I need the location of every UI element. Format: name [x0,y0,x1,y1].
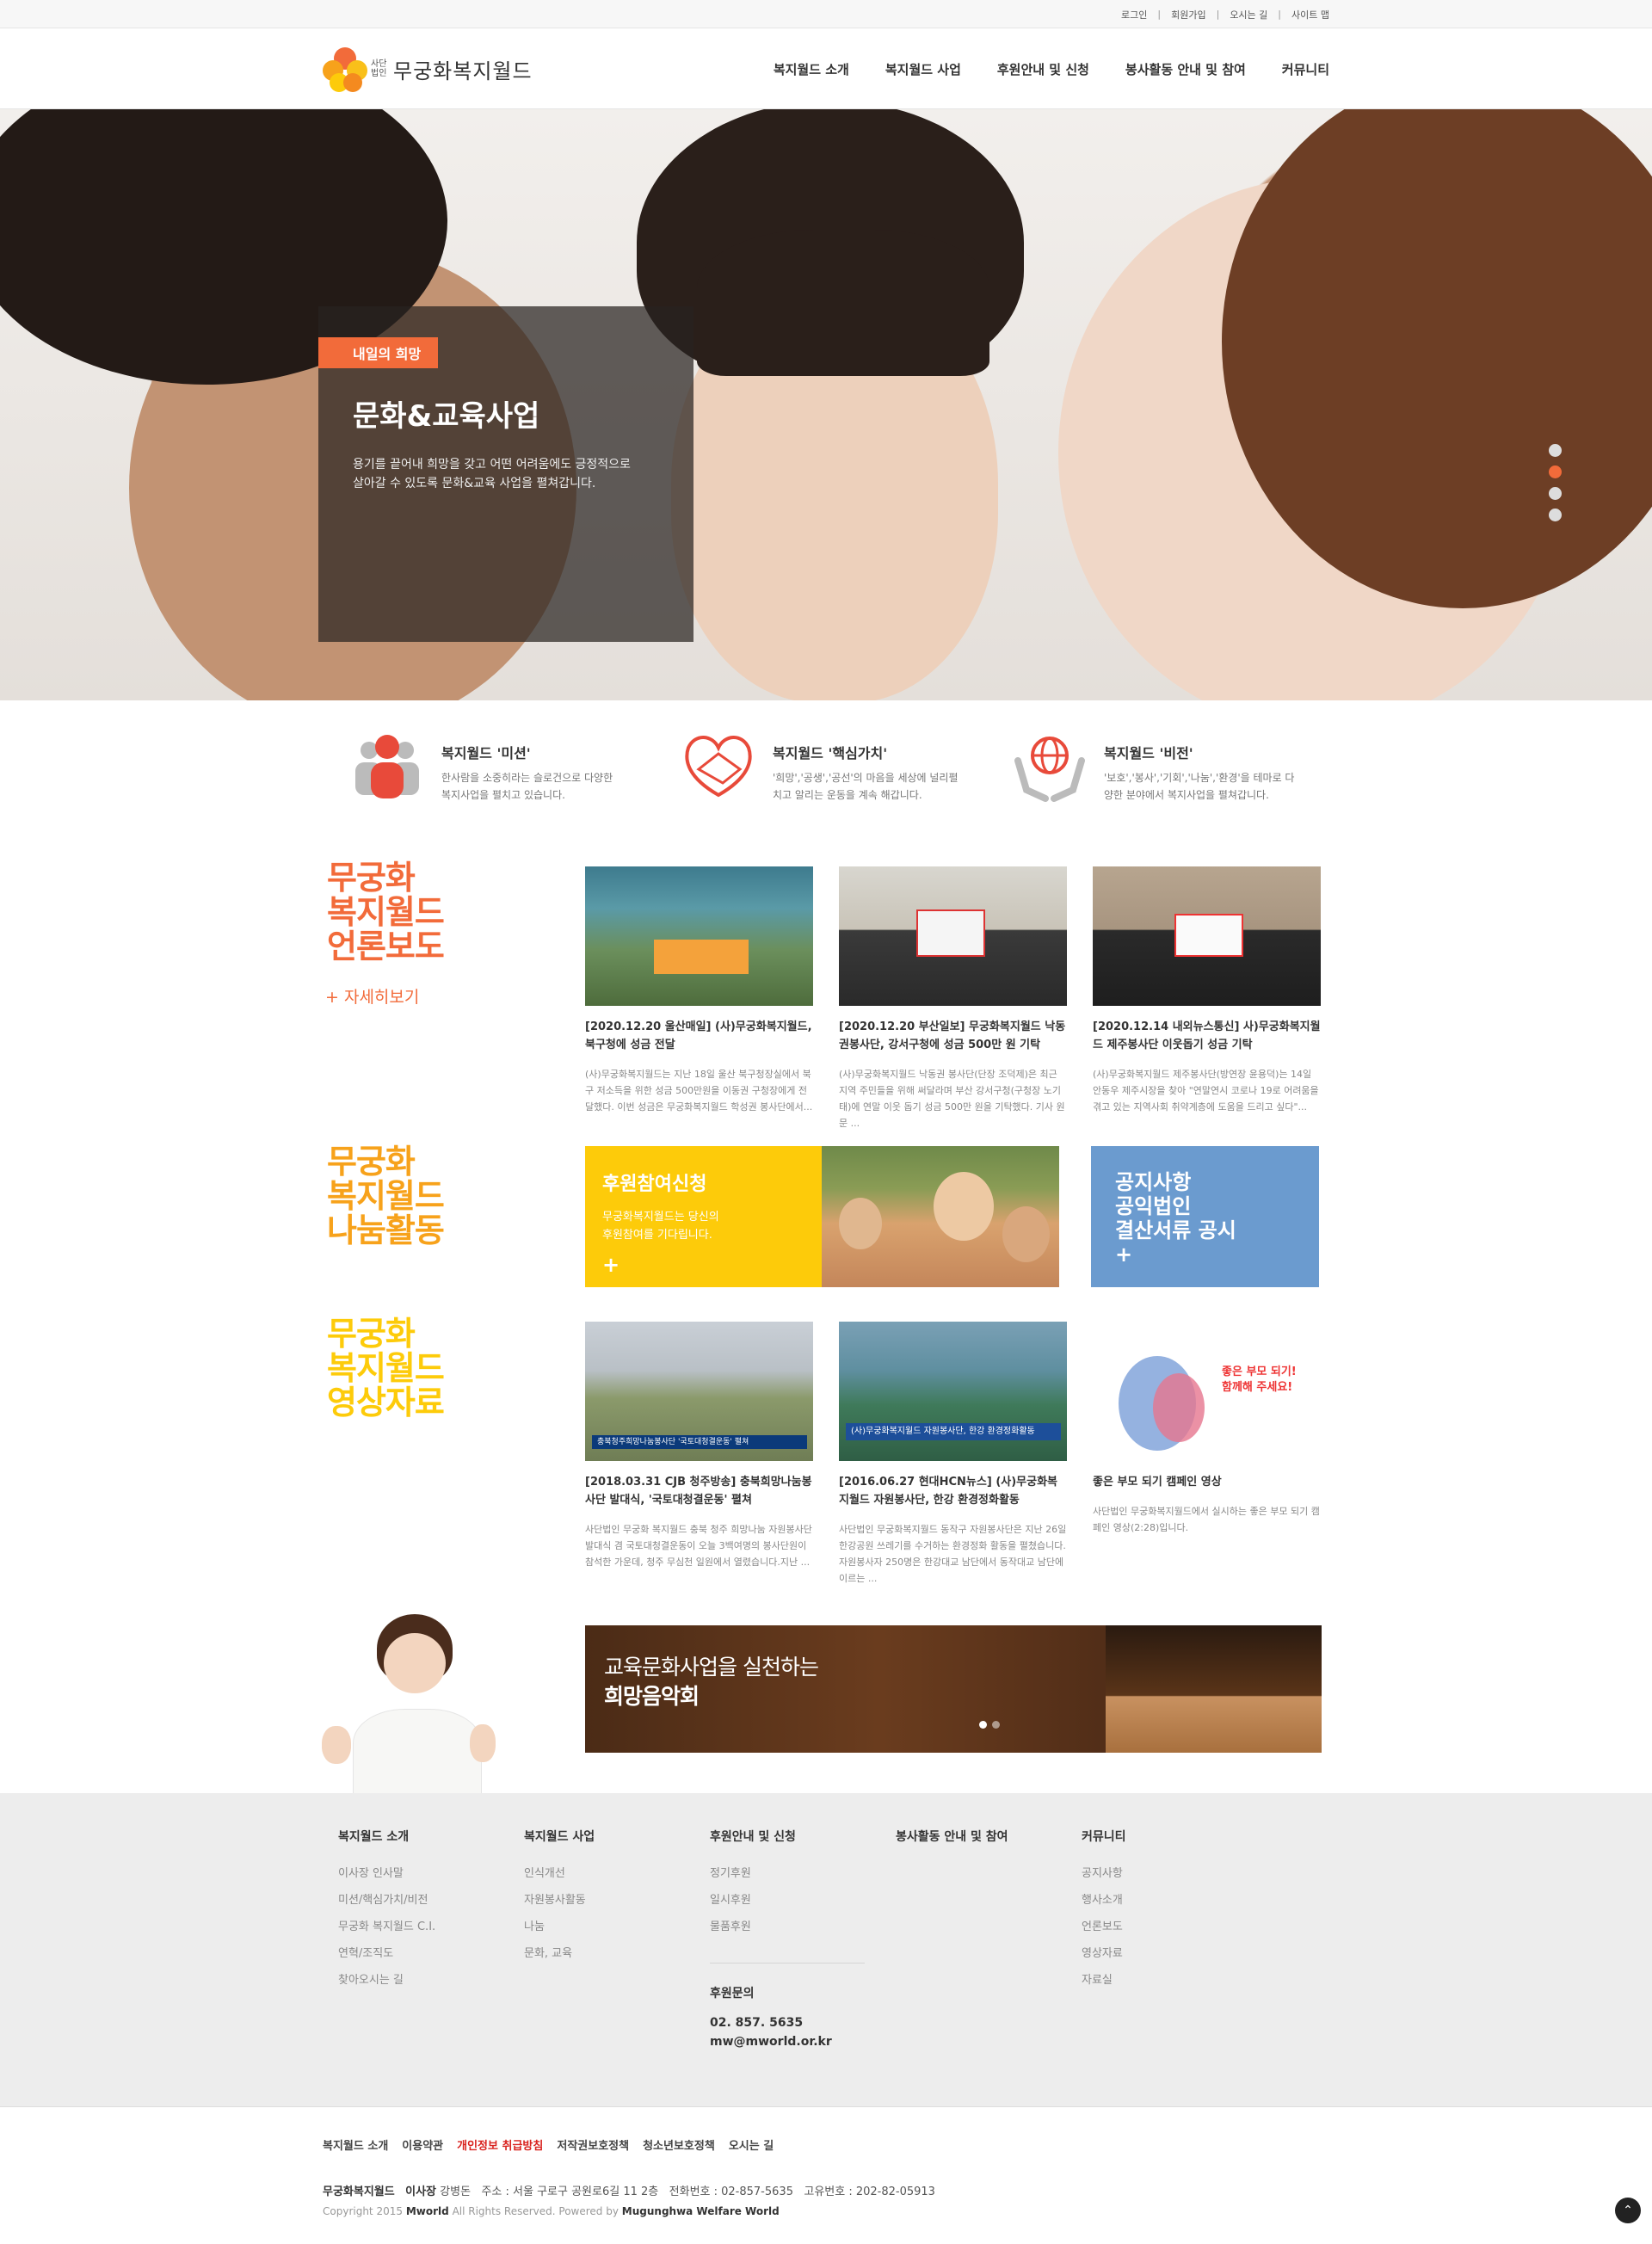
login-link[interactable]: 로그인 [1121,8,1147,22]
logo-name: 무궁화복지월드 [393,59,533,83]
footer-link[interactable]: 문화, 교육 [524,1944,694,1960]
footer-link-directions[interactable]: 오시는 길 [729,2136,774,2153]
footer-link[interactable]: 나눔 [524,1917,694,1933]
children-photo [822,1146,1059,1287]
utility-bar: 로그인 | 회원가입 | 오시는 길 | 사이트 맵 [0,0,1652,28]
nav-about[interactable]: 복지월드 소개 [774,60,849,78]
logo-prefix: 사단 법인 [371,59,387,78]
directions-link[interactable]: 오시는 길 [1230,8,1267,22]
footer-link[interactable]: 영상자료 [1082,1944,1252,1960]
value-mission: 복지월드 '미션' 한사람을 소중히라는 슬로건으로 다양한 복지사업을 펼치고 … [348,726,641,812]
nav-community[interactable]: 커뮤니티 [1282,60,1329,78]
footer-link-terms[interactable]: 이용약관 [402,2136,443,2153]
donate-apply-button[interactable]: 후원참여신청 무궁화복지월드는 당신의 후원참여를 기다립니다. + [585,1146,822,1287]
slider-dot[interactable] [1549,444,1562,457]
banner-dot[interactable] [992,1721,1000,1729]
press-thumbnail [839,866,1067,1006]
video-card[interactable]: (사)무궁화복지월드 자원봉사단, 한강 환경정화활동 [2016.06.27 … [839,1322,1067,1587]
concert-photo [1106,1625,1322,1753]
slider-dot[interactable] [1549,487,1562,500]
footer-col-community: 커뮤니티 공지사항 행사소개 언론보도 영상자료 자료실 [1066,1828,1252,2051]
slider-dots [1549,444,1562,521]
video-card[interactable]: 좋은 부모 되기! 함께해 주세요! 좋은 부모 되기 캠페인 영상 사단법인 … [1093,1322,1321,1536]
footer-link-about[interactable]: 복지월드 소개 [323,2136,388,2153]
footer-link[interactable]: 연혁/조직도 [338,1944,509,1960]
support-phone: 02. 857. 5635 [710,2016,804,2030]
globe-hands-icon [1014,737,1085,802]
concert-banner[interactable]: 교육문화사업을 실천하는 희망음악회 [585,1625,1322,1753]
slider-dot-active[interactable] [1549,465,1562,478]
values-row: 복지월드 '미션' 한사람을 소중히라는 슬로건으로 다양한 복지사업을 펼치고 … [323,700,1329,812]
footer-link[interactable]: 행사소개 [1082,1890,1252,1907]
girl-photo [318,1614,496,1795]
hero-slider: 내일의 희망 문화&교육사업 용기를 끝어내 희망을 갖고 어떤 어려움에도 긍… [0,109,1652,700]
plus-icon: + [602,1253,620,1277]
scroll-top-button[interactable]: ⌃ [1615,2198,1641,2223]
footer-link[interactable]: 이사장 인사말 [338,1864,509,1880]
share-section-title: 무궁화 복지월드 나눔활동 [327,1143,445,1249]
press-card[interactable]: [2020.12.20 울산매일] (사)무궁화복지월드, 북구청에 성금 전달… [585,866,813,1115]
press-section-title: 무궁화 복지월드 언론보도 [327,859,445,965]
footer-link-youth[interactable]: 청소년보호정책 [643,2136,715,2153]
chevron-up-icon: ⌃ [1623,2204,1633,2217]
video-thumbnail: 충북청주희망나눔봉사단 '국토대청결운동' 펼쳐 [585,1322,813,1461]
press-more-link[interactable]: + 자세히보기 [325,984,419,1008]
sitemap-link[interactable]: 사이트 맵 [1291,8,1329,22]
footer-link[interactable]: 자료실 [1082,1970,1252,1987]
plus-icon: + [1115,1242,1133,1267]
footer-link[interactable]: 공지사항 [1082,1864,1252,1880]
video-card[interactable]: 충북청주희망나눔봉사단 '국토대청결운동' 펼쳐 [2018.03.31 CJB… [585,1322,813,1570]
join-link[interactable]: 회원가입 [1171,8,1205,22]
footer-link[interactable]: 일시후원 [710,1890,880,1907]
logo[interactable]: 사단 법인 무궁화복지월드 [323,45,533,93]
footer-link-copyright[interactable]: 저작권보호정책 [557,2136,629,2153]
hero-caption: 내일의 희망 문화&교육사업 용기를 끝어내 희망을 갖고 어떤 어려움에도 긍… [318,306,693,642]
footer-link[interactable]: 자원봉사활동 [524,1890,694,1907]
footer-col-volunteer: 봉사활동 안내 및 참여 [896,1830,1008,1844]
handshake-icon [685,736,752,798]
footer-link[interactable]: 무궁화 복지월드 C.I. [338,1917,509,1933]
press-thumbnail [1093,866,1321,1006]
nav-volunteer[interactable]: 봉사활동 안내 및 참여 [1125,60,1246,78]
nav-business[interactable]: 복지월드 사업 [885,60,961,78]
video-thumbnail: (사)무궁화복지월드 자원봉사단, 한강 환경정화활동 [839,1322,1067,1461]
footer-col-support: 후원안내 및 신청 정기후원 일시후원 물품후원 후원문의 02. 857. 5… [694,1828,880,2051]
footer-link[interactable]: 찾아오시는 길 [338,1970,509,1987]
divider [710,1963,865,1964]
copyright: Copyright 2015 Mworld All Rights Reserve… [323,2205,780,2217]
footer-link[interactable]: 정기후원 [710,1864,880,1880]
video-section-title: 무궁화 복지월드 영상자료 [327,1315,445,1421]
press-card[interactable]: [2020.12.20 부산일보] 무궁화복지월드 낙동권봉사단, 강서구청에 … [839,866,1067,1131]
company-info: 무궁화복지월드 이사장 강병돈 주소 : 서울 구로구 공원로6길 11 2층 … [323,2185,935,2198]
footer-link[interactable]: 인식개선 [524,1864,694,1880]
footer-link[interactable]: 물품후원 [710,1917,880,1933]
footer: 복지월드 소개 이용약관 개인정보 취급방침 저작권보호정책 청소년보호정책 오… [0,2106,1652,2244]
footer-links: 복지월드 소개 이용약관 개인정보 취급방침 저작권보호정책 청소년보호정책 오… [323,2136,1329,2153]
footer-sitemap: 복지월드 소개 이사장 인사말 미션/핵심가치/비전 무궁화 복지월드 C.I.… [0,1793,1652,2106]
footer-link[interactable]: 언론보도 [1082,1917,1252,1933]
hero-desc: 용기를 끝어내 희망을 갖고 어떤 어려움에도 긍정적으로 살아갈 수 있도록 … [353,458,631,490]
notice-button[interactable]: 공지사항 공익법인 결산서류 공시 + [1091,1146,1319,1287]
footer-col-about: 복지월드 소개 이사장 인사말 미션/핵심가치/비전 무궁화 복지월드 C.I.… [323,1828,509,2051]
footer-col-business: 복지월드 사업 인식개선 자원봉사활동 나눔 문화, 교육 [509,1828,694,2051]
main-nav: 복지월드 소개 복지월드 사업 후원안내 및 신청 봉사활동 안내 및 참여 커… [774,60,1329,78]
press-thumbnail [585,866,813,1006]
press-card[interactable]: [2020.12.14 내외뉴스통신] 사)무궁화복지월드 제주봉사단 이웃돕기… [1093,866,1321,1115]
banner-dots [979,1721,1000,1729]
support-inquiry-title: 후원문의 [710,1987,755,2000]
value-core: 복지월드 '핵심가치' '희망','공생','공선'의 마음을 세상에 널리펼 치… [680,726,972,812]
nav-support[interactable]: 후원안내 및 신청 [997,60,1089,78]
support-email[interactable]: mw@mworld.or.kr [710,2032,880,2051]
header: 사단 법인 무궁화복지월드 복지월드 소개 복지월드 사업 후원안내 및 신청 … [0,28,1652,109]
banner-dot-active[interactable] [979,1721,987,1729]
footer-link[interactable]: 미션/핵심가치/비전 [338,1890,509,1907]
people-icon [355,735,419,798]
hero-tag: 내일의 희망 [318,337,439,368]
slider-dot[interactable] [1549,509,1562,521]
flower-logo-icon [323,47,367,92]
footer-link-privacy[interactable]: 개인정보 취급방침 [457,2136,543,2153]
video-thumbnail: 좋은 부모 되기! 함께해 주세요! [1093,1322,1321,1461]
value-vision: 복지월드 '비전' '보호','봉사','기회','나눔','환경'을 테마로 … [1011,726,1304,812]
hero-title: 문화&교육사업 [353,399,540,434]
